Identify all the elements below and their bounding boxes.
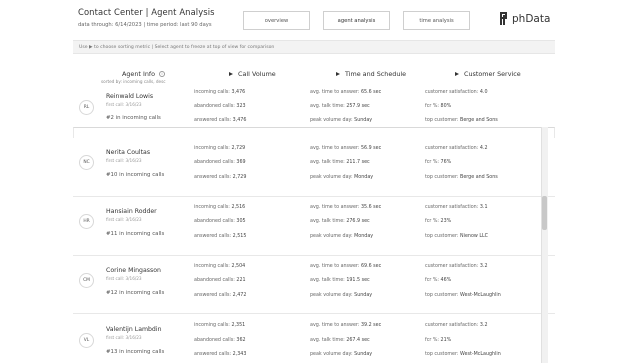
abandoned-calls-cell: abandoned calls: 221 <box>194 278 246 283</box>
avatar: RL <box>79 100 94 115</box>
top-customer-cell: top customer: West-McLaughlin <box>425 352 501 357</box>
avg-answer-cell: avg. time to answer: 35.6 sec <box>310 205 382 210</box>
agent-rank: #13 in incoming calls <box>106 349 165 355</box>
incoming-calls-cell: incoming calls: 2,504 <box>194 264 246 269</box>
instruction-bar: Use ▶ to choose sorting metric | Select … <box>73 40 555 54</box>
satisfaction-cell: customer satisfaction: 3.1 <box>425 205 488 210</box>
customer-service-label: Customer Service <box>464 70 521 78</box>
avg-talk-cell: avg. talk time: 257.9 sec <box>310 104 370 109</box>
peak-day-cell: peak volume day: Sunday <box>310 352 373 357</box>
agent-first-call: first call: 3/16/23 <box>106 102 142 107</box>
avg-answer-cell: avg. time to answer: 65.6 sec <box>310 90 382 95</box>
phdata-logo-icon <box>500 12 509 25</box>
avg-talk-cell: avg. talk time: 267.4 sec <box>310 338 370 343</box>
nav-button-time-analysis[interactable]: time analysis <box>403 11 470 30</box>
top-customer-cell: top customer: Berge and Sons <box>425 118 498 123</box>
peak-day-cell: peak volume day: Monday <box>310 234 374 239</box>
frozen-agent-row[interactable]: RL Reinwald Lowis first call: 3/16/23 #2… <box>73 86 555 127</box>
answered-calls-cell: answered calls: 2,472 <box>194 293 247 298</box>
agent-row[interactable]: VL Valentijn Lambdin first call: 3/16/23… <box>73 314 555 363</box>
scrollbar-thumb[interactable] <box>542 196 547 230</box>
avg-answer-cell: avg. time to answer: 56.9 sec <box>310 146 382 151</box>
fcr-cell: fcr %: 23% <box>425 219 452 224</box>
answered-calls-cell: answered calls: 2,729 <box>194 175 247 180</box>
avatar: VL <box>79 333 94 348</box>
avg-answer-cell: avg. time to answer: 39.2 sec <box>310 323 382 328</box>
answered-calls-cell: answered calls: 2,343 <box>194 352 247 357</box>
avg-answer-cell: avg. time to answer: 69.6 sec <box>310 264 382 269</box>
row-divider <box>73 196 555 197</box>
agent-row[interactable]: NC Nerita Coultas first call: 3/16/23 #1… <box>73 138 555 198</box>
peak-day-cell: peak volume day: Sunday <box>310 293 373 298</box>
fcr-cell: fcr %: 46% <box>425 278 452 283</box>
agent-name: Valentijn Lambdin <box>106 326 162 333</box>
agent-name: Reinwald Lowis <box>106 93 154 100</box>
avatar: HR <box>79 214 94 229</box>
answered-calls-cell: answered calls: 3,476 <box>194 118 247 123</box>
agent-rank: #12 in incoming calls <box>106 290 165 296</box>
call-volume-label: Call Volume <box>238 70 276 78</box>
satisfaction-cell: customer satisfaction: 4.2 <box>425 146 488 151</box>
instruction-text: Use ▶ to choose sorting metric | Select … <box>79 45 275 50</box>
phdata-logo: phData <box>500 12 550 25</box>
peak-day-cell: peak volume day: Monday <box>310 175 374 180</box>
page-title: Contact Center | Agent Analysis <box>78 7 215 17</box>
fcr-cell: fcr %: 76% <box>425 160 452 165</box>
agent-rank: #2 in incoming calls <box>106 115 161 121</box>
row-divider <box>73 255 555 256</box>
top-customer-cell: top customer: Nienow LLC <box>425 234 489 239</box>
agent-first-call: first call: 3/16/23 <box>106 217 142 222</box>
column-header-call-volume[interactable]: Call Volume <box>229 70 276 78</box>
incoming-calls-cell: incoming calls: 3,476 <box>194 90 246 95</box>
agent-first-call: first call: 3/16/23 <box>106 158 142 163</box>
time-schedule-label: Time and Schedule <box>345 70 407 78</box>
incoming-calls-cell: incoming calls: 2,351 <box>194 323 246 328</box>
agent-first-call: first call: 3/16/23 <box>106 276 142 281</box>
avatar: CM <box>79 273 94 288</box>
agent-name: Nerita Coultas <box>106 149 151 156</box>
agent-name: Corine Mingasson <box>106 267 161 274</box>
fcr-cell: fcr %: 21% <box>425 338 452 343</box>
sort-arrow-icon[interactable] <box>229 72 233 76</box>
abandoned-calls-cell: abandoned calls: 369 <box>194 160 246 165</box>
satisfaction-cell: customer satisfaction: 3.2 <box>425 264 488 269</box>
avatar: NC <box>79 155 94 170</box>
column-header-customer-service[interactable]: Customer Service <box>455 70 521 78</box>
sort-description: sorted by: incoming calls, desc <box>101 79 166 84</box>
top-customer-cell: top customer: Berge and Sons <box>425 175 498 180</box>
satisfaction-cell: customer satisfaction: 3.2 <box>425 323 488 328</box>
nav-button-agent-analysis[interactable]: agent analysis <box>323 11 390 30</box>
agent-info-label: Agent Info <box>122 70 156 78</box>
column-header-time-schedule[interactable]: Time and Schedule <box>336 70 406 78</box>
scrollbar-track[interactable] <box>541 127 548 363</box>
sort-arrow-icon[interactable] <box>336 72 340 76</box>
top-customer-cell: top customer: West-McLaughlin <box>425 293 501 298</box>
avg-talk-cell: avg. talk time: 211.7 sec <box>310 160 370 165</box>
agent-name: Hansiain Rodder <box>106 208 157 215</box>
agent-first-call: first call: 3/16/23 <box>106 335 142 340</box>
abandoned-calls-cell: abandoned calls: 362 <box>194 338 246 343</box>
agent-row[interactable]: CM Corine Mingasson first call: 3/16/23 … <box>73 256 555 316</box>
avg-talk-cell: avg. talk time: 276.9 sec <box>310 219 370 224</box>
nav-button-overview[interactable]: overview <box>243 11 310 30</box>
avg-talk-cell: avg. talk time: 191.5 sec <box>310 278 370 283</box>
dashboard-page: Contact Center | Agent Analysis data thr… <box>0 0 640 363</box>
fcr-cell: fcr %: 80% <box>425 104 452 109</box>
row-divider <box>73 313 555 314</box>
agent-row[interactable]: HR Hansiain Rodder first call: 3/16/23 #… <box>73 197 555 257</box>
sort-arrow-icon[interactable] <box>455 72 459 76</box>
agent-rank: #10 in incoming calls <box>106 172 165 178</box>
answered-calls-cell: answered calls: 2,515 <box>194 234 247 239</box>
logo-text: phData <box>512 12 551 25</box>
abandoned-calls-cell: abandoned calls: 305 <box>194 219 246 224</box>
agent-rank: #11 in incoming calls <box>106 231 165 237</box>
column-header-agent-info[interactable]: Agent Info i <box>122 70 166 78</box>
satisfaction-cell: customer satisfaction: 4.0 <box>425 90 488 95</box>
peak-day-cell: peak volume day: Sunday <box>310 118 373 123</box>
page-subtitle: data through: 6/14/2023 | time period: l… <box>78 22 212 28</box>
abandoned-calls-cell: abandoned calls: 323 <box>194 104 246 109</box>
info-icon[interactable]: i <box>159 71 166 77</box>
incoming-calls-cell: incoming calls: 2,729 <box>194 146 246 151</box>
incoming-calls-cell: incoming calls: 2,516 <box>194 205 246 210</box>
